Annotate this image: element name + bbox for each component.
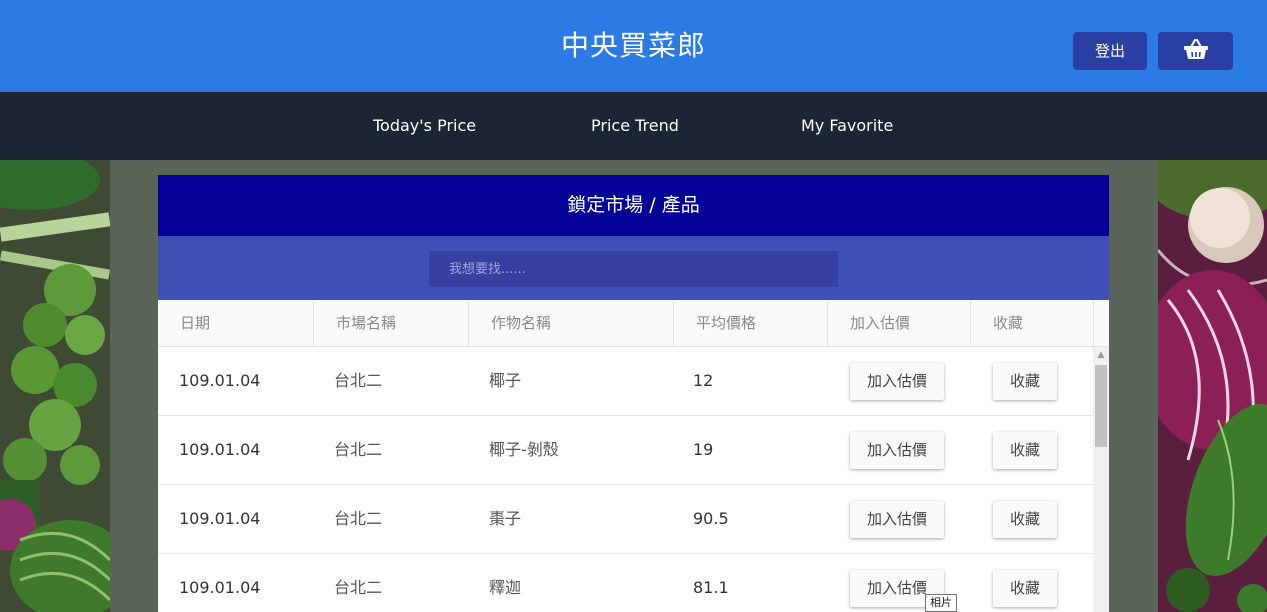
favorite-button[interactable]: 收藏 (993, 432, 1057, 469)
main-nav: Today's Price Price Trend My Favorite (0, 92, 1267, 160)
cell-crop: 椰子 (489, 371, 522, 390)
table-header: 日期 市場名稱 作物名稱 平均價格 加入估價 收藏 (158, 300, 1109, 347)
nav-price-trend[interactable]: Price Trend (591, 92, 679, 160)
cell-price: 19 (693, 440, 714, 459)
column-header-date: 日期 (158, 300, 314, 347)
favorite-button[interactable]: 收藏 (993, 570, 1057, 607)
app-header: 中央買菜郎 登出 (0, 0, 1267, 92)
cell-date: 109.01.04 (179, 371, 261, 390)
cell-market: 台北二 (334, 578, 383, 597)
cell-crop: 釋迦 (489, 578, 522, 597)
favorite-button[interactable]: 收藏 (993, 501, 1057, 538)
cell-price: 90.5 (693, 509, 729, 528)
cell-price: 12 (693, 371, 714, 390)
table-scrollbar[interactable]: ▲ (1093, 347, 1109, 612)
cell-crop: 棗子 (489, 509, 522, 528)
logout-button[interactable]: 登出 (1073, 32, 1147, 70)
add-estimate-button[interactable]: 加入估價 (850, 432, 944, 469)
vegetables-right-image (1158, 160, 1267, 612)
cell-market: 台北二 (334, 440, 383, 459)
cell-date: 109.01.04 (179, 578, 261, 597)
table-row: 109.01.04 台北二 棗子 90.5 加入估價 收藏 (158, 485, 1093, 554)
search-input[interactable] (429, 251, 838, 287)
shopping-basket-icon (1183, 38, 1209, 64)
column-header-market: 市場名稱 (314, 300, 469, 347)
table-row: 109.01.04 台北二 椰子 12 加入估價 收藏 (158, 347, 1093, 416)
table-body: 109.01.04 台北二 椰子 12 加入估價 收藏 109.01.04 台北… (158, 347, 1093, 612)
column-header-estimate: 加入估價 (828, 300, 971, 347)
column-header-crop: 作物名稱 (469, 300, 674, 347)
scroll-thumb[interactable] (1095, 365, 1107, 447)
price-panel: 鎖定市場 / 產品 日期 市場名稱 作物名稱 平均價格 加入估價 收藏 109.… (158, 175, 1109, 612)
cart-button[interactable] (1158, 32, 1233, 70)
nav-my-favorite[interactable]: My Favorite (801, 92, 893, 160)
column-header-price: 平均價格 (674, 300, 828, 347)
column-header-favorite: 收藏 (971, 300, 1094, 347)
cell-price: 81.1 (693, 578, 729, 597)
cell-market: 台北二 (334, 371, 383, 390)
table-row: 109.01.04 台北二 椰子-剝殼 19 加入估價 收藏 (158, 416, 1093, 485)
tooltip: 相片 (925, 594, 957, 612)
favorite-button[interactable]: 收藏 (993, 363, 1057, 400)
add-estimate-button[interactable]: 加入估價 (850, 363, 944, 400)
cell-date: 109.01.04 (179, 509, 261, 528)
cell-crop: 椰子-剝殼 (489, 440, 559, 459)
panel-title: 鎖定市場 / 產品 (158, 175, 1109, 236)
scroll-up-arrow-icon[interactable]: ▲ (1093, 347, 1109, 363)
nav-todays-price[interactable]: Today's Price (373, 92, 476, 160)
cell-date: 109.01.04 (179, 440, 261, 459)
add-estimate-button[interactable]: 加入估價 (850, 501, 944, 538)
search-bar (158, 236, 1109, 300)
cell-market: 台北二 (334, 509, 383, 528)
vegetables-left-image (0, 160, 110, 612)
